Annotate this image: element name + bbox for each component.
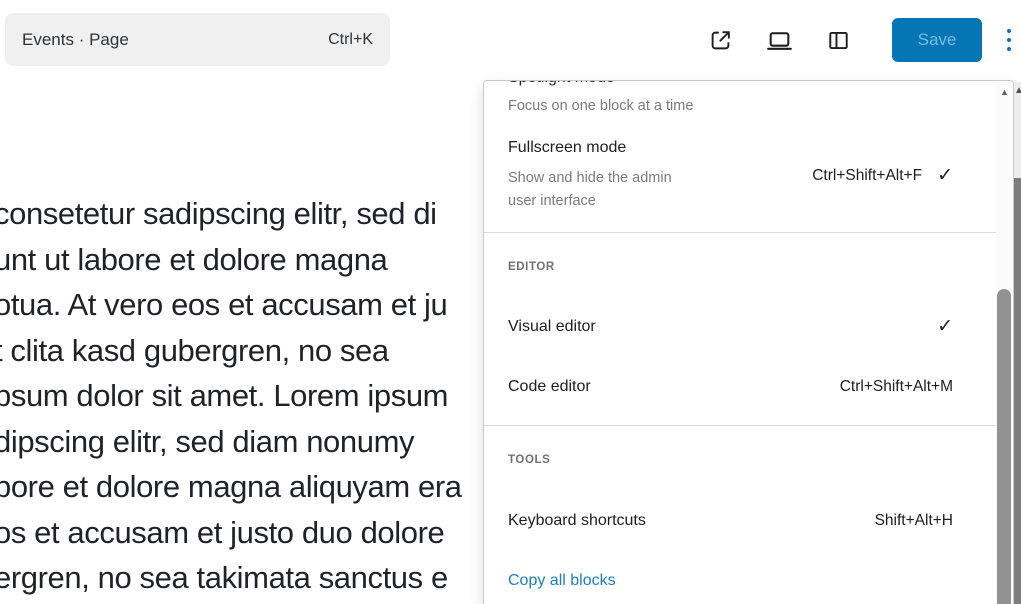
menu-scrollbar[interactable]: ▲ [996,81,1013,604]
visual-editor-label: Visual editor [508,317,596,337]
tools-section-label: TOOLS [508,454,953,466]
menu-item-keyboard-shortcuts[interactable]: Keyboard shortcuts Shift+Alt+H [508,511,953,531]
paragraph-block[interactable]: consetetur sadipscing elitr, sed di unt … [0,191,462,601]
view-page-button[interactable] [701,21,739,59]
options-dropdown-menu: Spotlight mode Focus on one block at a t… [483,80,1014,604]
code-editor-shortcut: Ctrl+Shift+Alt+M [840,378,953,396]
canvas-text-line: ergren, no sea takimata sanctus e [0,555,462,601]
options-menu-content: Spotlight mode Focus on one block at a t… [484,81,996,604]
menu-divider [484,232,996,233]
page-scrollbar[interactable]: ▲ [1014,82,1021,604]
editor-header: Events · Page Ctrl+K [0,0,1021,80]
menu-item-spotlight-mode[interactable]: Spotlight mode [508,81,953,88]
wordpress-block-editor: Events · Page Ctrl+K [0,0,1021,604]
fullscreen-mode-description: Show and hide the admin user interface [508,167,703,213]
external-link-icon [707,27,734,54]
page-scrollbar-thumb[interactable] [1014,178,1021,604]
menu-item-fullscreen-mode[interactable]: Fullscreen mode Show and hide the admin … [508,138,953,213]
spotlight-mode-description: Focus on one block at a time [508,95,953,118]
fullscreen-mode-shortcut: Ctrl+Shift+Alt+F [812,167,922,185]
canvas-text-line: unt ut labore et dolore magna [0,237,462,283]
settings-sidebar-toggle[interactable] [819,21,857,59]
canvas-text-line: bore et dolore magna aliquyam era [0,464,462,510]
canvas-text-line: consetetur sadipscing elitr, sed di [0,191,462,237]
check-icon: ✓ [937,166,953,186]
copy-all-blocks-label: Copy all blocks [508,571,616,591]
kebab-menu-icon [1007,29,1011,51]
menu-scrollbar-thumb[interactable] [997,289,1011,604]
editor-section-label: EDITOR [508,261,953,273]
options-menu-button[interactable] [994,18,1021,62]
keyboard-shortcuts-label: Keyboard shortcuts [508,511,646,531]
canvas-text-line: t clita kasd gubergren, no sea [0,328,462,374]
header-actions: Save [701,0,1021,80]
check-icon: ✓ [937,317,953,337]
laptop-icon [765,26,794,55]
menu-divider [484,425,996,426]
canvas-text-line: os et accusam et justo duo dolore [0,510,462,556]
menu-item-visual-editor[interactable]: Visual editor ✓ [508,317,953,337]
canvas-text-line: psum dolor sit amet. Lorem ipsum [0,373,462,419]
save-button[interactable]: Save [892,18,982,62]
menu-item-code-editor[interactable]: Code editor Ctrl+Shift+Alt+M [508,377,953,397]
preview-button[interactable] [760,21,798,59]
code-editor-label: Code editor [508,377,591,397]
keyboard-shortcuts-shortcut: Shift+Alt+H [875,512,953,530]
canvas-text-line: otua. At vero eos et accusam et ju [0,282,462,328]
fullscreen-mode-text: Fullscreen mode Show and hide the admin … [508,138,703,213]
document-title: Events · Page [22,30,129,50]
fullscreen-mode-meta: Ctrl+Shift+Alt+F ✓ [812,166,953,186]
command-palette-button[interactable]: Events · Page Ctrl+K [5,13,390,66]
scroll-up-icon[interactable]: ▲ [996,86,1013,98]
command-palette-shortcut: Ctrl+K [328,31,373,49]
menu-item-copy-all-blocks[interactable]: Copy all blocks [508,571,953,591]
scroll-up-icon[interactable]: ▲ [1014,85,1021,97]
fullscreen-mode-label: Fullscreen mode [508,138,703,158]
sidebar-panel-icon [825,27,852,54]
canvas-text-line: dipscing elitr, sed diam nonumy [0,419,462,465]
